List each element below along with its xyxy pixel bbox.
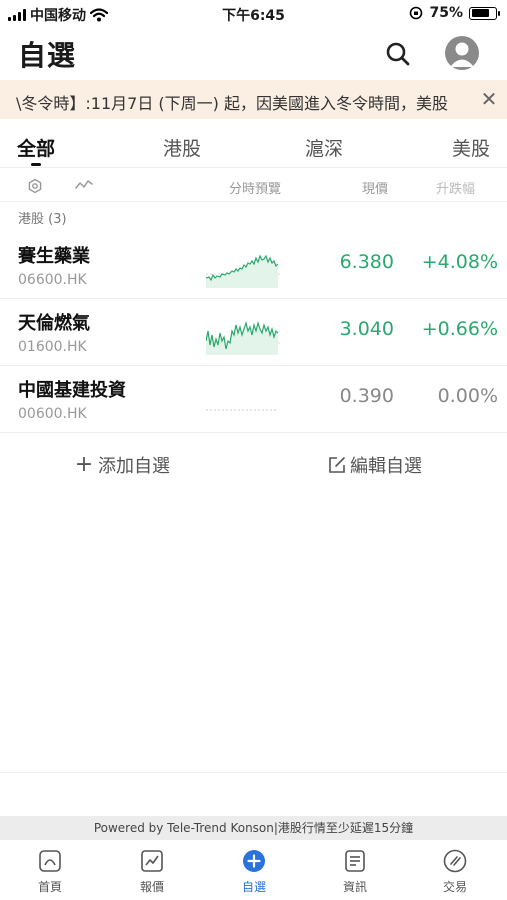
column-price[interactable]: 現價	[362, 178, 388, 197]
stock-code: 00600.HK	[18, 406, 87, 422]
data-source-note: Powered by Tele-Trend Konson|港股行情至少延遲15分…	[0, 816, 507, 840]
stock-name: 賽生藥業	[18, 246, 90, 267]
news-icon	[345, 850, 365, 872]
notice-banner[interactable]: \冬令時】:11月7日 (下周一) 起，因美國進入冬令時間，美股 ✕	[0, 80, 507, 119]
nav-item-home[interactable]: 首頁	[20, 848, 80, 895]
user-avatar-icon[interactable]	[445, 36, 479, 70]
divider	[0, 772, 507, 773]
watchlist-actions: + 添加自選 編輯自選	[0, 440, 507, 488]
tab-indicator	[31, 163, 41, 166]
edit-watchlist-button[interactable]: 編輯自選	[328, 452, 422, 478]
section-label: 港股 (3)	[18, 212, 67, 227]
battery-fill	[471, 9, 489, 17]
stock-change: +0.66%	[421, 318, 498, 340]
stock-price: 6.380	[339, 251, 394, 273]
trade-icon	[443, 849, 467, 873]
nav-label: 交易	[442, 880, 467, 894]
status-bar: 中国移动 下午6:45 75%	[0, 0, 507, 28]
nav-label: 自選	[241, 880, 266, 894]
table-row[interactable]: 賽生藥業 06600.HK 6.380 +4.08%	[0, 232, 507, 299]
nav-item-quote[interactable]: 報價	[122, 848, 182, 895]
tab-all[interactable]: 全部	[17, 134, 55, 161]
tab-sh-sz[interactable]: 滬深	[305, 134, 343, 161]
intraday-sparkline	[206, 409, 278, 411]
stock-name: 中國基建投資	[18, 380, 126, 401]
column-change[interactable]: 升跌幅	[436, 178, 500, 197]
quote-chart-icon	[141, 850, 163, 872]
intraday-sparkline	[206, 320, 280, 355]
home-icon	[39, 850, 61, 872]
stock-name: 天倫燃氣	[18, 313, 90, 334]
close-icon[interactable]: ✕	[480, 89, 498, 109]
nav-item-trade[interactable]: 交易	[425, 848, 485, 895]
header: 自選	[0, 30, 507, 78]
trend-icon[interactable]	[75, 178, 93, 192]
battery-percent: 75%	[429, 5, 463, 21]
nav-label: 資訊	[342, 880, 367, 894]
nav-item-watchlist[interactable]: 自選	[224, 848, 284, 895]
stock-change: +4.08%	[421, 251, 498, 273]
tab-us[interactable]: 美股	[452, 134, 490, 161]
status-right: 75%	[409, 5, 500, 21]
table-row[interactable]: 天倫燃氣 01600.HK 3.040 +0.66%	[0, 299, 507, 366]
stock-code: 01600.HK	[18, 339, 87, 355]
add-circle-icon	[243, 850, 265, 872]
orientation-lock-icon	[410, 6, 423, 20]
column-preview: 分時預覽	[229, 182, 282, 197]
bottom-nav: 首頁 報價 自選 資訊 交易	[0, 840, 507, 900]
settings-icon[interactable]	[27, 178, 43, 194]
stock-code: 06600.HK	[18, 272, 87, 288]
notice-text: \冬令時】:11月7日 (下周一) 起，因美國進入冬令時間，美股	[16, 94, 448, 113]
tab-hk[interactable]: 港股	[163, 134, 201, 161]
stock-change: 0.00%	[437, 385, 498, 407]
stock-price: 3.040	[339, 318, 394, 340]
nav-label: 報價	[139, 880, 164, 894]
battery-icon	[469, 6, 500, 20]
search-icon[interactable]	[384, 40, 412, 68]
market-tabs: 全部 港股 滬深 美股	[0, 124, 507, 168]
column-header: 分時預覽 現價 升跌幅	[0, 170, 507, 202]
edit-watchlist-label: 編輯自選	[350, 456, 422, 477]
add-watchlist-button[interactable]: + 添加自選	[74, 452, 170, 478]
plus-icon: +	[74, 452, 94, 477]
add-watchlist-label: 添加自選	[98, 456, 170, 477]
intraday-sparkline	[206, 254, 280, 288]
table-row[interactable]: 中國基建投資 00600.HK 0.390 0.00%	[0, 366, 507, 433]
nav-label: 首頁	[37, 880, 62, 894]
stock-price: 0.390	[339, 385, 394, 407]
edit-icon	[329, 457, 345, 473]
page-title: 自選	[18, 39, 77, 72]
nav-item-news[interactable]: 資訊	[325, 848, 385, 895]
